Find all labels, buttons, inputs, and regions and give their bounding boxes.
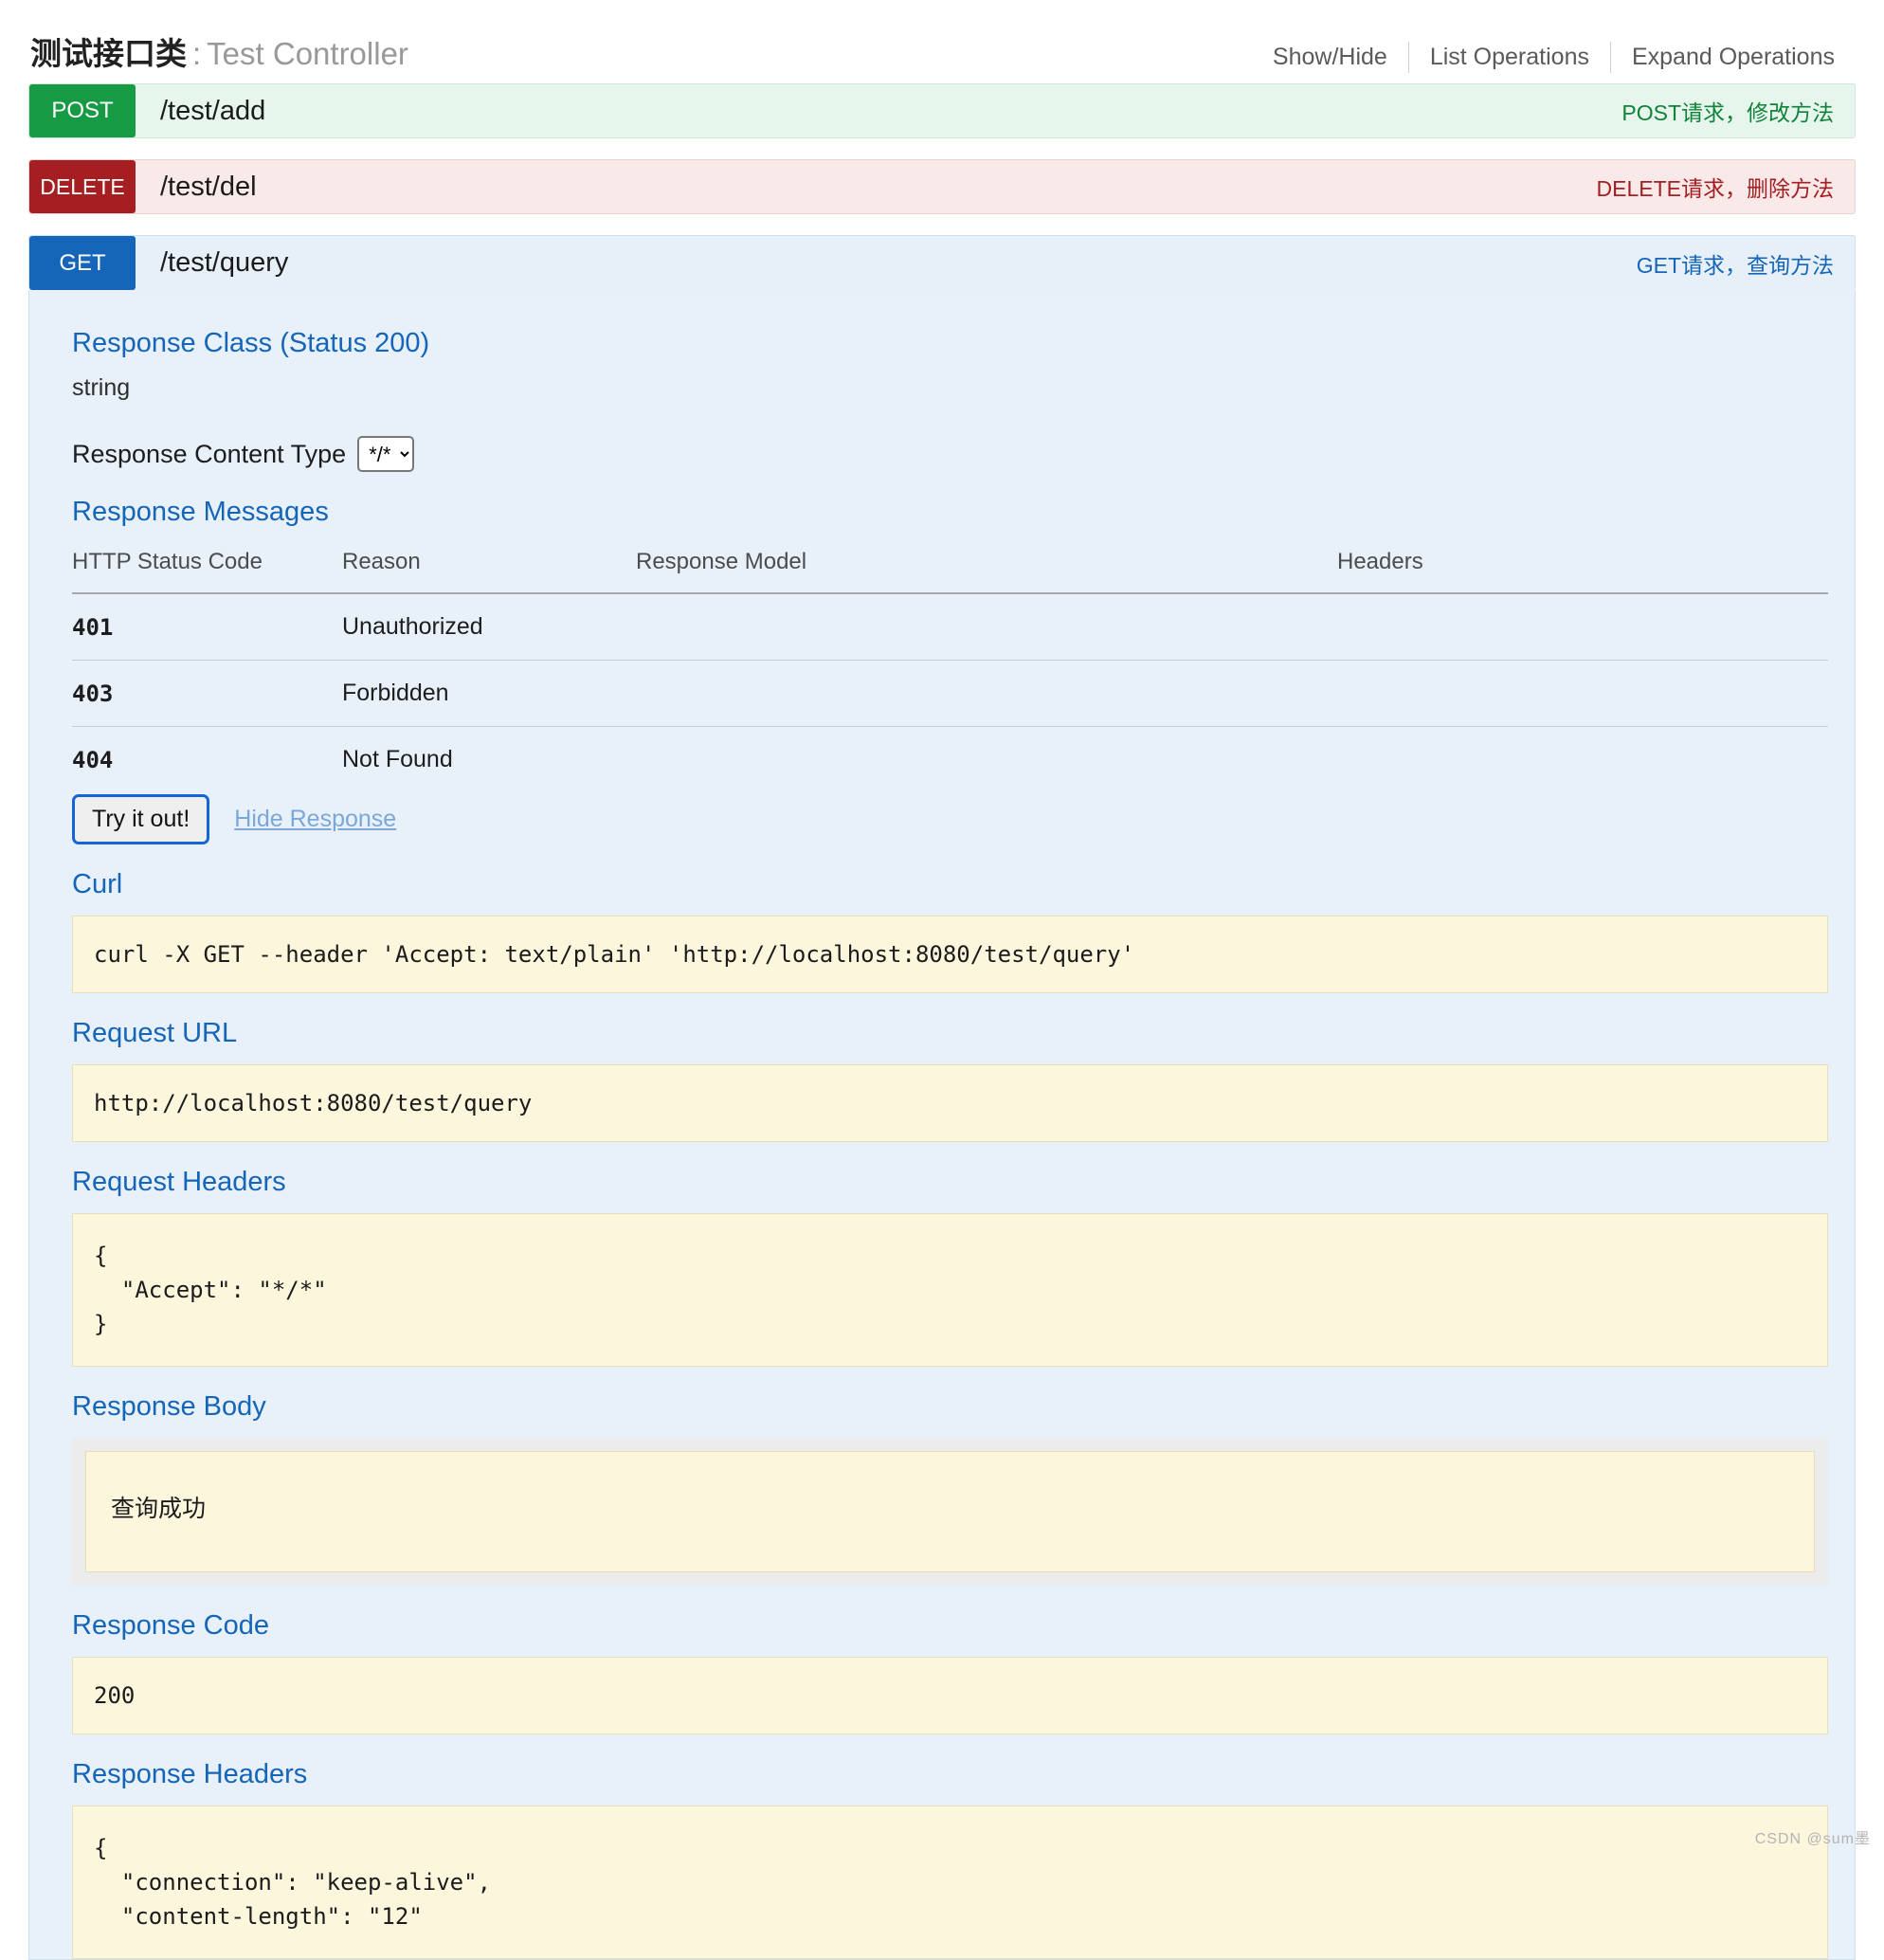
cell-response-model — [636, 593, 1337, 661]
cell-headers — [1337, 727, 1828, 793]
cell-headers — [1337, 661, 1828, 727]
resource-header: 测试接口类:Test Controller Show/Hide List Ope… — [0, 0, 1884, 83]
request-headers-code-block: { "Accept": "*/*" } — [72, 1213, 1828, 1367]
response-class-heading: Response Class (Status 200) — [72, 328, 1828, 359]
table-row: 403 Forbidden — [72, 661, 1828, 727]
operation-description: POST请求，修改方法 — [1621, 84, 1855, 137]
operation-get-test-query: GET /test/query GET请求，查询方法 Response Clas… — [28, 235, 1856, 1960]
request-url-heading: Request URL — [72, 1018, 1828, 1049]
column-http-status-code: HTTP Status Code — [72, 543, 342, 593]
curl-heading: Curl — [72, 869, 1828, 900]
cell-reason: Unauthorized — [342, 593, 636, 661]
table-head: HTTP Status Code Reason Response Model H… — [72, 543, 1828, 593]
table-body: 401 Unauthorized 403 Forbidden 404 Not F… — [72, 593, 1828, 792]
hide-response-link[interactable]: Hide Response — [234, 806, 396, 833]
response-class-type: string — [72, 374, 1828, 402]
table-header-row: HTTP Status Code Reason Response Model H… — [72, 543, 1828, 593]
try-it-out-button[interactable]: Try it out! — [72, 794, 209, 844]
response-body-wrapper: 查询成功 — [72, 1438, 1828, 1586]
operation-path[interactable]: /test/add — [136, 84, 1621, 137]
operation-header[interactable]: DELETE /test/del DELETE请求，删除方法 — [28, 159, 1856, 214]
request-headers-heading: Request Headers — [72, 1167, 1828, 1198]
response-content-type-row: Response Content Type */* — [72, 436, 1828, 472]
operation-header[interactable]: GET /test/query GET请求，查询方法 — [28, 235, 1856, 290]
column-headers: Headers — [1337, 543, 1828, 593]
operation-detail-panel: Response Class (Status 200) string Respo… — [28, 290, 1856, 1960]
resource-options: Show/Hide List Operations Expand Operati… — [1252, 42, 1856, 73]
expand-operations-link[interactable]: Expand Operations — [1611, 44, 1856, 71]
page-title-cn: 测试接口类 — [30, 36, 187, 71]
response-body-heading: Response Body — [72, 1391, 1828, 1423]
http-verb-badge: POST — [29, 84, 136, 137]
http-verb-badge: GET — [29, 236, 136, 290]
operation-path[interactable]: /test/query — [136, 236, 1637, 290]
cell-response-model — [636, 727, 1337, 793]
page-title-separator: : — [187, 36, 207, 71]
column-response-model: Response Model — [636, 543, 1337, 593]
column-reason: Reason — [342, 543, 636, 593]
operation-post-test-add: POST /test/add POST请求，修改方法 — [28, 83, 1856, 138]
cell-response-model — [636, 661, 1337, 727]
cell-reason: Forbidden — [342, 661, 636, 727]
response-code-value: 200 — [72, 1657, 1828, 1734]
http-verb-badge: DELETE — [29, 160, 136, 213]
cell-status-code: 401 — [72, 593, 342, 661]
table-row: 404 Not Found — [72, 727, 1828, 793]
request-url-code-block: http://localhost:8080/test/query — [72, 1064, 1828, 1142]
response-content-type-label: Response Content Type — [72, 440, 346, 469]
show-hide-link[interactable]: Show/Hide — [1252, 44, 1408, 71]
page-title-en: Test Controller — [207, 36, 408, 71]
cell-headers — [1337, 593, 1828, 661]
list-operations-link[interactable]: List Operations — [1409, 44, 1610, 71]
cell-reason: Not Found — [342, 727, 636, 793]
response-messages-heading: Response Messages — [72, 497, 1828, 528]
operation-description: DELETE请求，删除方法 — [1597, 160, 1855, 213]
operation-delete-test-del: DELETE /test/del DELETE请求，删除方法 — [28, 159, 1856, 214]
response-body-value: 查询成功 — [85, 1451, 1815, 1572]
response-headers-code-block: { "connection": "keep-alive", "content-l… — [72, 1806, 1828, 1959]
cell-status-code: 403 — [72, 661, 342, 727]
operation-description: GET请求，查询方法 — [1637, 236, 1855, 290]
curl-code-block: curl -X GET --header 'Accept: text/plain… — [72, 916, 1828, 993]
operation-header[interactable]: POST /test/add POST请求，修改方法 — [28, 83, 1856, 138]
page-title: 测试接口类:Test Controller — [30, 28, 408, 74]
response-messages-table: HTTP Status Code Reason Response Model H… — [72, 543, 1828, 792]
submit-row: Try it out! Hide Response — [72, 794, 1828, 844]
response-content-type-select[interactable]: */* — [357, 436, 414, 472]
cell-status-code: 404 — [72, 727, 342, 793]
operation-path[interactable]: /test/del — [136, 160, 1597, 213]
operations-list: POST /test/add POST请求，修改方法 DELETE /test/… — [0, 83, 1884, 1960]
response-headers-heading: Response Headers — [72, 1759, 1828, 1790]
table-row: 401 Unauthorized — [72, 593, 1828, 661]
response-code-heading: Response Code — [72, 1610, 1828, 1642]
